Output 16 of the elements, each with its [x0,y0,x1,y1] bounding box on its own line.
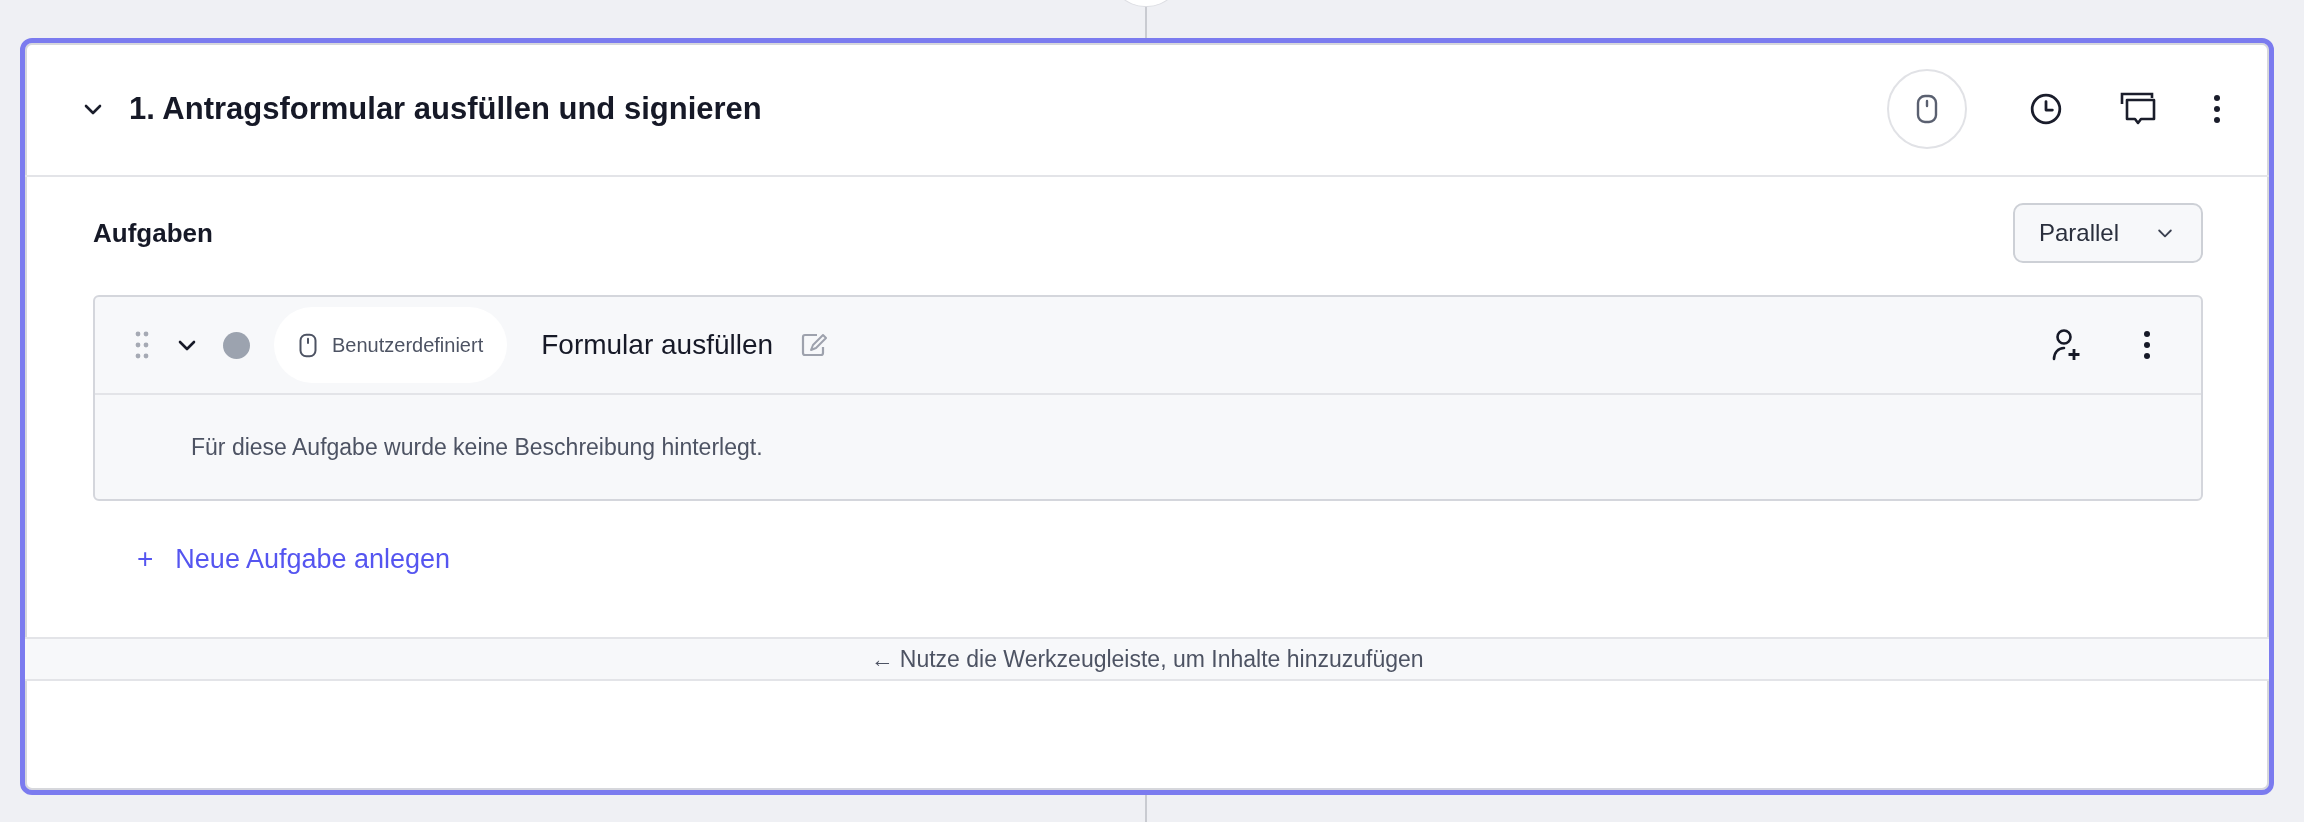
task-description: Für diese Aufgabe wurde keine Beschreibung hinterlegt. [191,433,763,461]
comments-icon[interactable] [2119,92,2157,126]
mode-dropdown[interactable]: Parallel [2013,203,2203,263]
mouse-icon [298,331,318,359]
step-title: 1. Antragsformular ausfüllen und signieren [129,91,762,127]
add-person-icon[interactable] [2051,328,2083,362]
toolbar-hint: ← Nutze die Werkzeugleiste, um Inhalte hinzuzufügen [870,645,1424,673]
section-title: Aufgaben [93,217,213,249]
clock-icon[interactable] [2029,92,2063,126]
task-name: Formular ausfüllen [541,329,774,361]
add-task-link[interactable]: + Neue Aufgabe anlegen [137,529,451,589]
drag-handle-icon[interactable] [135,331,149,359]
more-options-icon[interactable] [2213,94,2221,124]
task-type-label: Benutzerdefiniert [332,333,484,357]
more-options-icon[interactable] [2143,330,2151,360]
mouse-icon [1915,93,1939,125]
